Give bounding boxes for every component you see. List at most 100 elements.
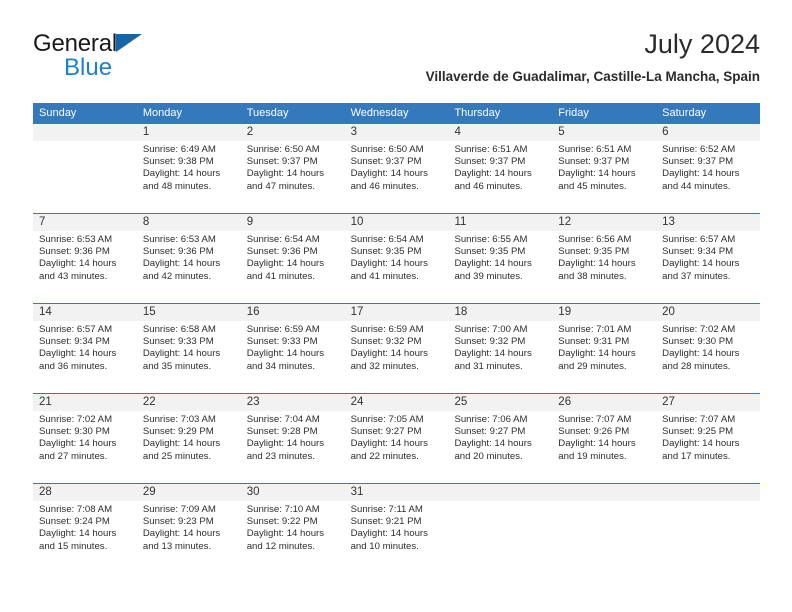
day-number: 24 (344, 394, 449, 411)
daylight-text-line2: and 12 minutes. (246, 540, 315, 552)
daylight-text-line2: and 41 minutes. (350, 270, 419, 282)
day-cell[interactable] (656, 484, 761, 573)
day-cell[interactable]: 2 Sunrise: 6:50 AM Sunset: 9:37 PM Dayli… (240, 124, 345, 213)
day-cell[interactable]: 6 Sunrise: 6:52 AM Sunset: 9:37 PM Dayli… (656, 124, 761, 213)
sunset-text: Sunset: 9:21 PM (350, 516, 422, 528)
daylight-text-line1: Daylight: 14 hours (39, 258, 117, 270)
sunset-text: Sunset: 9:26 PM (558, 426, 630, 438)
day-details: Sunrise: 6:53 AM Sunset: 9:36 PM Dayligh… (33, 231, 137, 283)
daylight-text-line2: and 46 minutes. (350, 180, 419, 192)
day-cell[interactable] (552, 484, 657, 573)
daylight-text-line1: Daylight: 14 hours (662, 438, 740, 450)
sunrise-text: Sunrise: 7:00 AM (454, 324, 528, 335)
weekday-header-friday: Friday (558, 107, 589, 119)
day-cell[interactable]: 3 Sunrise: 6:50 AM Sunset: 9:37 PM Dayli… (344, 124, 449, 213)
sunset-text: Sunset: 9:35 PM (558, 246, 630, 258)
daylight-text-line2: and 29 minutes. (558, 360, 627, 372)
day-cell[interactable]: 10 Sunrise: 6:54 AM Sunset: 9:35 PM Dayl… (344, 214, 449, 303)
day-cell[interactable]: 16 Sunrise: 6:59 AM Sunset: 9:33 PM Dayl… (240, 304, 345, 393)
day-cell[interactable]: 18 Sunrise: 7:00 AM Sunset: 9:32 PM Dayl… (448, 304, 553, 393)
day-cell[interactable] (33, 124, 137, 213)
day-cell[interactable]: 25 Sunrise: 7:06 AM Sunset: 9:27 PM Dayl… (448, 394, 553, 483)
day-cell[interactable]: 22 Sunrise: 7:03 AM Sunset: 9:29 PM Dayl… (136, 394, 241, 483)
sunrise-text: Sunrise: 6:55 AM (454, 234, 528, 245)
day-cell[interactable]: 14 Sunrise: 6:57 AM Sunset: 9:34 PM Dayl… (33, 304, 137, 393)
day-cell[interactable]: 28 Sunrise: 7:08 AM Sunset: 9:24 PM Dayl… (33, 484, 137, 573)
day-details: Sunrise: 7:00 AM Sunset: 9:32 PM Dayligh… (448, 321, 552, 373)
daylight-text-line1: Daylight: 14 hours (350, 258, 428, 270)
day-number: 14 (33, 304, 137, 321)
sunrise-text: Sunrise: 6:53 AM (39, 234, 113, 245)
day-number: 23 (240, 394, 345, 411)
day-cell[interactable]: 15 Sunrise: 6:58 AM Sunset: 9:33 PM Dayl… (136, 304, 241, 393)
daylight-text-line1: Daylight: 14 hours (142, 438, 221, 450)
week-row: 7 Sunrise: 6:53 AM Sunset: 9:36 PM Dayli… (33, 213, 761, 303)
sunrise-text: Sunrise: 6:59 AM (350, 324, 424, 335)
daylight-text-line2: and 25 minutes. (142, 450, 212, 462)
week-row: 1 Sunrise: 6:49 AM Sunset: 9:38 PM Dayli… (33, 123, 761, 213)
daylight-text-line2: and 31 minutes. (454, 360, 523, 372)
day-cell[interactable]: 5 Sunrise: 6:51 AM Sunset: 9:37 PM Dayli… (552, 124, 657, 213)
day-number (656, 484, 761, 501)
day-number: 2 (240, 124, 345, 141)
daylight-text-line2: and 15 minutes. (39, 540, 108, 552)
day-cell[interactable]: 27 Sunrise: 7:07 AM Sunset: 9:25 PM Dayl… (656, 394, 761, 483)
day-cell[interactable]: 12 Sunrise: 6:56 AM Sunset: 9:35 PM Dayl… (552, 214, 657, 303)
day-cell[interactable]: 7 Sunrise: 6:53 AM Sunset: 9:36 PM Dayli… (33, 214, 137, 303)
sunset-text: Sunset: 9:31 PM (558, 336, 630, 348)
sunset-text: Sunset: 9:36 PM (39, 246, 110, 258)
daylight-text-line1: Daylight: 14 hours (142, 348, 221, 360)
day-cell[interactable]: 4 Sunrise: 6:51 AM Sunset: 9:37 PM Dayli… (448, 124, 553, 213)
daylight-text-line2: and 23 minutes. (246, 450, 315, 462)
day-details: Sunrise: 6:50 AM Sunset: 9:37 PM Dayligh… (241, 141, 345, 193)
sunset-text: Sunset: 9:22 PM (246, 516, 318, 528)
day-cell[interactable]: 11 Sunrise: 6:55 AM Sunset: 9:35 PM Dayl… (448, 214, 553, 303)
day-cell[interactable] (448, 484, 553, 573)
generalblue-logo[interactable]: General Blue (33, 32, 233, 84)
day-cell[interactable]: 13 Sunrise: 6:57 AM Sunset: 9:34 PM Dayl… (656, 214, 761, 303)
day-cell[interactable]: 26 Sunrise: 7:07 AM Sunset: 9:26 PM Dayl… (552, 394, 657, 483)
day-details: Sunrise: 6:57 AM Sunset: 9:34 PM Dayligh… (656, 231, 760, 283)
day-details (448, 501, 552, 504)
day-cell[interactable]: 17 Sunrise: 6:59 AM Sunset: 9:32 PM Dayl… (344, 304, 449, 393)
daylight-text-line1: Daylight: 14 hours (142, 528, 221, 540)
day-cell[interactable]: 31 Sunrise: 7:11 AM Sunset: 9:21 PM Dayl… (344, 484, 449, 573)
day-details: Sunrise: 6:49 AM Sunset: 9:38 PM Dayligh… (137, 141, 241, 193)
day-cell[interactable]: 29 Sunrise: 7:09 AM Sunset: 9:23 PM Dayl… (136, 484, 241, 573)
day-cell[interactable]: 23 Sunrise: 7:04 AM Sunset: 9:28 PM Dayl… (240, 394, 345, 483)
day-cell[interactable]: 19 Sunrise: 7:01 AM Sunset: 9:31 PM Dayl… (552, 304, 657, 393)
day-cell[interactable]: 21 Sunrise: 7:02 AM Sunset: 9:30 PM Dayl… (33, 394, 137, 483)
daylight-text-line1: Daylight: 14 hours (350, 348, 428, 360)
day-cell[interactable]: 24 Sunrise: 7:05 AM Sunset: 9:27 PM Dayl… (344, 394, 449, 483)
triangle-icon (115, 34, 142, 52)
daylight-text-line2: and 45 minutes. (558, 180, 627, 192)
sunset-text: Sunset: 9:34 PM (662, 246, 734, 258)
sunset-text: Sunset: 9:32 PM (454, 336, 526, 348)
daylight-text-line1: Daylight: 14 hours (558, 438, 636, 450)
daylight-text-line1: Daylight: 14 hours (558, 168, 636, 180)
day-details (552, 501, 656, 504)
day-number: 18 (448, 304, 553, 321)
day-number (33, 124, 137, 141)
sunset-text: Sunset: 9:27 PM (350, 426, 422, 438)
daylight-text-line1: Daylight: 14 hours (246, 348, 325, 360)
sunrise-text: Sunrise: 7:03 AM (142, 414, 216, 425)
day-number: 25 (448, 394, 553, 411)
daylight-text-line2: and 22 minutes. (350, 450, 419, 462)
sunset-text: Sunset: 9:38 PM (142, 156, 214, 168)
day-cell[interactable]: 9 Sunrise: 6:54 AM Sunset: 9:36 PM Dayli… (240, 214, 345, 303)
daylight-text-line2: and 20 minutes. (454, 450, 523, 462)
day-cell[interactable]: 30 Sunrise: 7:10 AM Sunset: 9:22 PM Dayl… (240, 484, 345, 573)
daylight-text-line2: and 34 minutes. (246, 360, 315, 372)
day-cell[interactable]: 8 Sunrise: 6:53 AM Sunset: 9:36 PM Dayli… (136, 214, 241, 303)
sunrise-text: Sunrise: 6:59 AM (246, 324, 320, 335)
day-cell[interactable]: 20 Sunrise: 7:02 AM Sunset: 9:30 PM Dayl… (656, 304, 761, 393)
day-details: Sunrise: 7:11 AM Sunset: 9:21 PM Dayligh… (345, 501, 449, 553)
day-details: Sunrise: 6:51 AM Sunset: 9:37 PM Dayligh… (448, 141, 552, 193)
sunset-text: Sunset: 9:24 PM (39, 516, 110, 528)
sunrise-text: Sunrise: 6:53 AM (142, 234, 216, 245)
day-cell[interactable]: 1 Sunrise: 6:49 AM Sunset: 9:38 PM Dayli… (136, 124, 241, 213)
logo-primary-row: General (33, 32, 233, 58)
sunrise-text: Sunrise: 6:57 AM (39, 324, 113, 335)
day-number: 4 (448, 124, 553, 141)
